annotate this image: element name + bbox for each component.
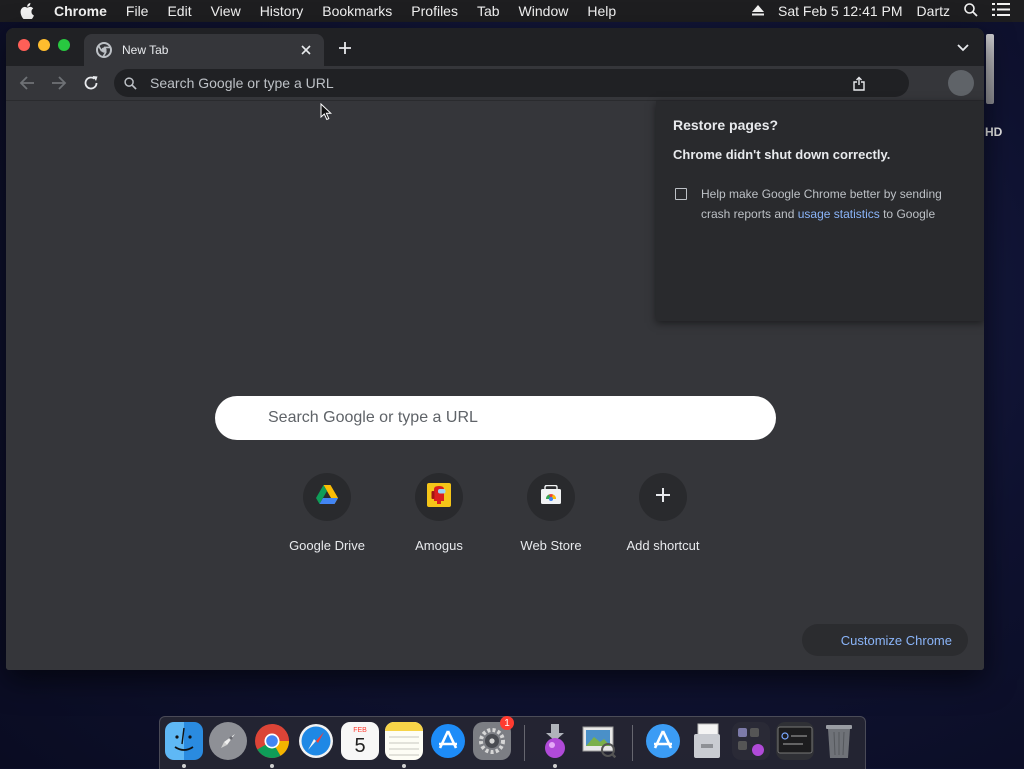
tab-strip: New Tab [6,28,984,66]
tab-title: New Tab [122,43,169,57]
restore-pages-dialog: Restore pages? Chrome didn't shut down c… [656,101,984,321]
window-close-button[interactable] [18,39,30,51]
forward-arrow-icon[interactable] [49,73,69,93]
preview-icon[interactable] [580,722,618,760]
shortcut-web-store[interactable]: Web Store [495,473,607,553]
back-arrow-icon[interactable] [17,73,37,93]
calendar-day: 5 [354,734,366,757]
omnibox[interactable] [114,69,909,97]
shortcut-label: Google Drive [289,538,365,553]
restore-dialog-message: Chrome didn't shut down correctly. [673,147,891,162]
documents-folder-icon[interactable] [688,722,726,760]
app-store-folder-icon[interactable] [644,722,682,760]
hard-drive-label: HD [985,125,1003,139]
chrome-icon[interactable] [253,722,291,760]
menu-user[interactable]: Dartz [917,3,950,19]
notification-center-icon[interactable] [992,3,1010,19]
shortcut-circle [639,473,687,521]
shortcut-label: Web Store [520,538,582,553]
stack-icon[interactable] [732,722,770,760]
dock: FEB 5 1 [159,716,866,769]
spotlight-icon[interactable] [964,2,978,20]
menu-file[interactable]: File [126,3,149,19]
usage-statistics-link[interactable]: usage statistics [798,207,880,221]
menu-app-name[interactable]: Chrome [54,3,107,19]
plus-icon [656,487,670,507]
among-us-icon [427,482,451,512]
new-tab-page: Restore pages? Chrome didn't shut down c… [6,101,984,670]
menu-view[interactable]: View [211,3,241,19]
menu-history[interactable]: History [260,3,304,19]
crash-reports-checkbox[interactable] [675,188,687,200]
crash-reports-text-after: to Google [879,207,936,221]
tab-new-tab[interactable]: New Tab [84,34,324,66]
calendar-month: FEB [353,726,367,734]
launchpad-icon[interactable] [209,722,247,760]
search-icon [124,76,138,90]
notification-badge: 1 [500,716,514,730]
running-indicator [553,764,557,768]
menu-bar: Chrome File Edit View History Bookmarks … [0,0,1024,22]
calendar-icon[interactable]: FEB 5 [341,722,379,760]
menu-bookmarks[interactable]: Bookmarks [322,3,392,19]
google-drive-icon [316,484,338,510]
shortcut-label: Add shortcut [626,538,700,553]
app-store-icon[interactable] [429,722,467,760]
hard-drive-icon[interactable] [986,34,994,104]
web-store-icon [540,484,562,510]
finder-icon[interactable] [165,722,203,760]
tab-close-icon[interactable] [298,42,314,58]
profile-avatar[interactable] [948,70,974,96]
shortcut-circle [415,473,463,521]
shortcut-google-drive[interactable]: Google Drive [271,473,383,553]
shortcut-label: Amogus [415,538,463,553]
menu-help[interactable]: Help [587,3,616,19]
ntp-search-box[interactable] [215,396,776,440]
dock-separator [632,725,633,761]
reload-icon[interactable] [81,73,101,93]
tab-search-chevron-down-icon[interactable] [954,39,972,57]
safari-icon[interactable] [297,722,335,760]
terminal-icon[interactable] [776,722,814,760]
dock-separator [524,725,525,761]
menu-edit[interactable]: Edit [167,3,191,19]
shortcut-add[interactable]: Add shortcut [607,473,719,553]
shortcut-amogus[interactable]: Amogus [383,473,495,553]
menu-tab[interactable]: Tab [477,3,500,19]
omnibox-input[interactable] [148,74,851,92]
crash-reports-text: Help make Google Chrome better by sendin… [701,184,966,224]
menu-profiles[interactable]: Profiles [411,3,458,19]
mouse-pointer-icon [320,103,332,121]
running-indicator [270,764,274,768]
chrome-window: New Tab Search Google or type a URL Rest… [6,28,984,670]
window-maximize-button[interactable] [58,39,70,51]
window-minimize-button[interactable] [38,39,50,51]
shortcut-circle [527,473,575,521]
running-indicator [402,764,406,768]
browser-toolbar [6,66,984,101]
notes-icon[interactable] [385,722,423,760]
share-icon[interactable] [851,75,867,91]
ntp-search-input[interactable] [266,408,776,428]
trash-icon[interactable] [820,722,858,760]
installer-icon[interactable] [536,722,574,760]
customize-chrome-button[interactable]: Customize Chrome [802,624,968,656]
system-preferences-icon[interactable]: 1 [473,716,514,760]
restore-dialog-title: Restore pages? [673,117,779,133]
running-indicator [182,764,186,768]
eject-icon[interactable] [752,3,765,19]
menu-clock[interactable]: Sat Feb 5 12:41 PM [778,3,903,19]
shortcut-tiles: Google Drive Amogus Web Store Add shortc… [271,473,721,563]
customize-chrome-label: Customize Chrome [840,632,952,648]
new-tab-plus-icon[interactable] [336,39,354,57]
shortcut-circle [303,473,351,521]
apple-menu-icon[interactable] [20,3,34,19]
menu-window[interactable]: Window [519,3,569,19]
chrome-favicon-icon [96,42,112,58]
